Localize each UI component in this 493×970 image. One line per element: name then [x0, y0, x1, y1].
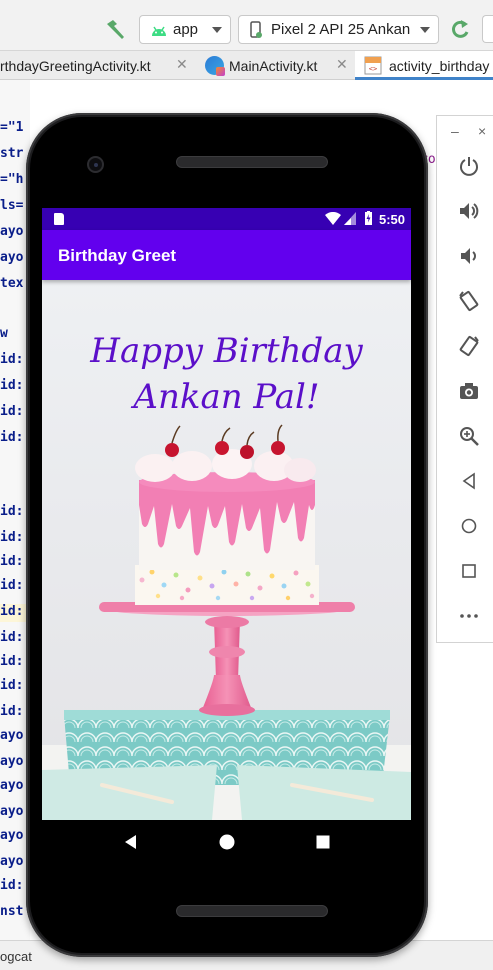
battery-charging-icon	[365, 211, 372, 225]
android-navigation-bar	[42, 820, 411, 866]
android-status-bar: 5:50	[42, 208, 411, 230]
close-button[interactable]: ×	[478, 123, 486, 139]
home-icon[interactable]	[458, 515, 480, 537]
bottom-speaker	[176, 905, 328, 917]
greeting-line-2: Ankan Pal!	[133, 377, 320, 417]
activity-content: Happy Birthday Ankan Pal!	[42, 280, 411, 820]
overview-icon[interactable]	[458, 560, 480, 582]
tab-label: MainActivity.kt	[229, 58, 318, 74]
code-line: ="1	[0, 120, 24, 135]
more-icon[interactable]	[458, 605, 480, 627]
signal-icon	[344, 212, 356, 225]
run-configuration-select[interactable]: app	[139, 15, 231, 44]
editor-tab-bar: rthdayGreetingActivity.kt ✕ MainActivity…	[0, 50, 493, 80]
layout-xml-icon: <>	[364, 56, 382, 75]
chevron-down-icon	[212, 27, 222, 33]
rotate-left-icon[interactable]	[458, 290, 480, 312]
nav-overview-icon[interactable]	[313, 832, 333, 852]
volume-down-icon[interactable]	[458, 245, 480, 267]
camera-icon[interactable]	[458, 380, 480, 402]
nav-home-icon[interactable]	[217, 832, 237, 852]
apply-changes-restart-icon[interactable]	[450, 18, 472, 42]
svg-text:<>: <>	[369, 65, 377, 73]
nav-back-icon[interactable]	[121, 832, 141, 852]
phone-device-icon	[250, 21, 262, 38]
volume-up-icon[interactable]	[458, 200, 480, 222]
tab-label: activity_birthday	[389, 58, 490, 74]
toolbar-overflow[interactable]	[482, 15, 493, 43]
emulator-control-panel: – ×	[436, 115, 493, 643]
run-configuration-label: app	[173, 21, 199, 38]
front-camera	[87, 156, 104, 173]
device-label: Pixel 2 API 25 Ankan	[271, 21, 411, 38]
power-icon[interactable]	[458, 155, 480, 177]
tab-label: rthdayGreetingActivity.kt	[0, 58, 151, 74]
app-title: Birthday Greet	[58, 246, 177, 265]
device-frame: 5:50 Birthday Greet Happy Birthday Ankan…	[26, 113, 428, 957]
tab-main-activity[interactable]: MainActivity.kt ✕	[196, 51, 354, 80]
status-clock: 5:50	[379, 212, 406, 227]
tab-activity-birthday-xml[interactable]: <> activity_birthday	[355, 51, 493, 80]
greeting-line-1: Happy Birthday	[90, 331, 363, 371]
earpiece-speaker	[176, 156, 328, 168]
kotlin-file-icon	[205, 56, 225, 76]
minimize-button[interactable]: –	[451, 123, 459, 139]
device-screen[interactable]: 5:50 Birthday Greet Happy Birthday Ankan…	[42, 208, 411, 820]
zoom-icon[interactable]	[458, 425, 480, 447]
rotate-right-icon[interactable]	[458, 335, 480, 357]
wifi-icon	[325, 212, 341, 225]
logcat-tab[interactable]: ogcat	[0, 949, 32, 964]
android-icon	[152, 26, 166, 36]
close-icon[interactable]: ✕	[336, 56, 348, 73]
sd-card-icon	[54, 213, 64, 225]
close-icon[interactable]: ✕	[176, 56, 188, 73]
chevron-down-icon	[420, 27, 430, 33]
tab-birthday-greeting-activity[interactable]: rthdayGreetingActivity.kt ✕	[0, 51, 196, 80]
back-icon[interactable]	[458, 470, 480, 492]
build-hammer-icon[interactable]	[104, 18, 128, 42]
app-bar: Birthday Greet	[42, 230, 411, 280]
ide-toolbar: app Pixel 2 API 25 Ankan	[0, 0, 493, 50]
device-select[interactable]: Pixel 2 API 25 Ankan	[238, 15, 439, 44]
birthday-greeting-text: Happy Birthday Ankan Pal!	[42, 328, 411, 420]
